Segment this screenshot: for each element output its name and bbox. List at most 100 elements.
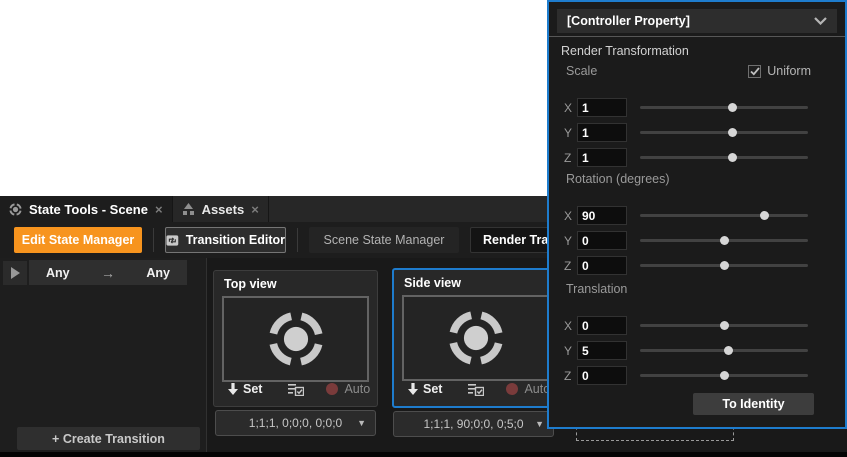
chevron-down-icon[interactable] — [814, 17, 827, 25]
tab-assets[interactable]: Assets × — [173, 196, 269, 222]
dropdown-value: 1;1;1, 0;0;0, 0;0;0 — [249, 416, 342, 430]
tab-label: State Tools - Scene — [29, 202, 148, 217]
auto-indicator-icon — [326, 383, 338, 395]
slider-handle[interactable] — [720, 371, 729, 380]
dropdown-value: 1;1;1, 90;0;0, 0;5;0 — [423, 417, 523, 431]
translation-x-row: X — [549, 313, 845, 338]
axis-label: X — [564, 101, 577, 115]
top-view-value-dropdown[interactable]: 1;1;1, 0;0;0, 0;0;0 ▼ — [215, 410, 376, 436]
translation-z-slider[interactable] — [640, 363, 808, 388]
chevron-down-icon: ▼ — [357, 418, 366, 428]
transition-editor-label: Transition Editor — [186, 233, 285, 247]
panel-header[interactable]: [Controller Property] — [557, 9, 837, 33]
translation-group: Translation X Y Z — [549, 282, 845, 388]
slider-handle[interactable] — [728, 153, 737, 162]
slider-handle[interactable] — [728, 103, 737, 112]
scale-x-input[interactable] — [577, 98, 627, 117]
translation-y-row: Y — [549, 338, 845, 363]
translation-y-slider[interactable] — [640, 338, 808, 363]
tab-label: Assets — [202, 202, 245, 217]
close-icon[interactable]: × — [155, 203, 163, 216]
scale-x-slider[interactable] — [640, 95, 808, 120]
scale-y-input[interactable] — [577, 123, 627, 142]
slider-handle[interactable] — [720, 236, 729, 245]
scale-y-row: Y — [549, 120, 845, 145]
auto-toggle[interactable]: Auto — [326, 382, 370, 396]
rotation-z-slider[interactable] — [640, 253, 808, 278]
window-bottom-edge — [0, 452, 847, 457]
list-check-icon — [468, 383, 484, 396]
rotation-y-row: Y — [549, 228, 845, 253]
state-card-top-view[interactable]: Top view Set — [213, 270, 378, 407]
axis-label: X — [564, 209, 577, 223]
set-state-button[interactable]: Set — [228, 382, 262, 396]
transition-from: Any — [46, 266, 70, 280]
render-transformation-title: Render Transformation — [561, 44, 689, 58]
slider-handle[interactable] — [724, 346, 733, 355]
slider-handle[interactable] — [760, 211, 769, 220]
close-icon[interactable]: × — [251, 203, 259, 216]
translation-label: Translation — [549, 282, 845, 313]
translation-z-input[interactable] — [577, 366, 627, 385]
edit-state-manager-button[interactable]: Edit State Manager — [14, 227, 142, 253]
set-label: Set — [243, 382, 262, 396]
toolbar-separator — [153, 228, 154, 252]
transition-editor-icon — [166, 234, 179, 247]
axis-label: X — [564, 319, 577, 333]
state-ring-icon — [9, 203, 22, 216]
slider-handle[interactable] — [728, 128, 737, 137]
rotation-x-slider[interactable] — [640, 203, 808, 228]
axis-label: Y — [564, 234, 577, 248]
side-view-value-dropdown[interactable]: 1;1;1, 90;0;0, 0;5;0 ▼ — [393, 411, 554, 437]
create-transition-button[interactable]: + Create Transition — [17, 427, 200, 450]
axis-label: Z — [564, 151, 577, 165]
slider-handle[interactable] — [720, 261, 729, 270]
rotation-y-slider[interactable] — [640, 228, 808, 253]
translation-y-input[interactable] — [577, 341, 627, 360]
play-transition-button[interactable] — [3, 261, 27, 285]
rotation-z-input[interactable] — [577, 256, 627, 275]
translation-z-row: Z — [549, 363, 845, 388]
panel-title: [Controller Property] — [567, 14, 690, 28]
state-ring-icon — [267, 310, 325, 368]
state-properties-button[interactable] — [288, 383, 304, 396]
axis-label: Z — [564, 369, 577, 383]
scale-y-slider[interactable] — [640, 120, 808, 145]
app-window: State Tools - Scene × Assets × Edit Stat… — [0, 0, 847, 457]
state-preview[interactable] — [402, 295, 549, 381]
auto-indicator-icon — [506, 383, 518, 395]
rotation-x-input[interactable] — [577, 206, 627, 225]
state-properties-button[interactable] — [468, 383, 484, 396]
assets-icon — [182, 203, 195, 216]
arrow-right-icon: → — [101, 265, 115, 281]
to-identity-button[interactable]: To Identity — [693, 393, 814, 415]
tab-state-tools-scene[interactable]: State Tools - Scene × — [0, 196, 173, 222]
axis-label: Y — [564, 126, 577, 140]
transitions-pane: Any → Any + Create Transition — [0, 258, 207, 452]
rotation-y-input[interactable] — [577, 231, 627, 250]
play-icon — [11, 267, 20, 279]
translation-x-input[interactable] — [577, 316, 627, 335]
toolbar-separator — [297, 228, 298, 252]
state-ring-icon — [447, 309, 505, 367]
scale-label: Scale — [549, 64, 845, 95]
scene-state-manager-button[interactable]: Scene State Manager — [309, 227, 459, 253]
state-card-title: Top view — [224, 277, 277, 291]
scale-x-row: X — [549, 95, 845, 120]
translation-x-slider[interactable] — [640, 313, 808, 338]
set-state-button[interactable]: Set — [408, 382, 442, 396]
scale-z-input[interactable] — [577, 148, 627, 167]
axis-label: Z — [564, 259, 577, 273]
scale-group: Scale X Y Z — [549, 64, 845, 170]
state-card-title: Side view — [404, 276, 461, 290]
transition-editor-button[interactable]: Transition Editor — [165, 227, 286, 253]
down-arrow-icon — [228, 383, 238, 395]
state-preview[interactable] — [222, 296, 369, 382]
scale-z-slider[interactable] — [640, 145, 808, 170]
state-card-footer: Set Auto — [394, 378, 555, 400]
slider-handle[interactable] — [720, 321, 729, 330]
transition-any-to-any[interactable]: Any → Any — [29, 260, 187, 285]
rotation-label: Rotation (degrees) — [549, 172, 845, 203]
state-card-side-view[interactable]: Side view Set — [392, 268, 557, 408]
auto-toggle[interactable]: Auto — [506, 382, 550, 396]
